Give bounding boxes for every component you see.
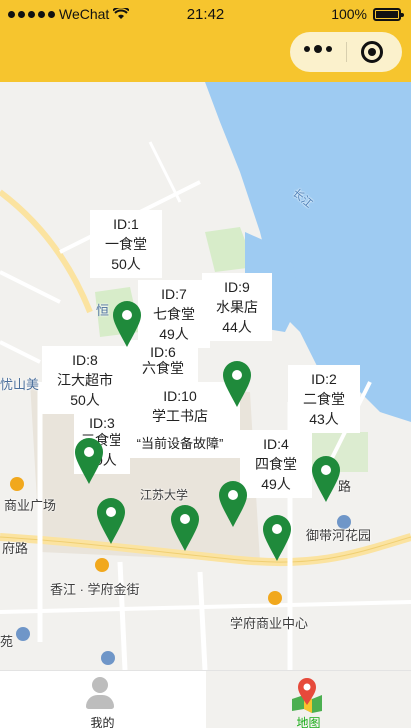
callout-count: 43人 bbox=[309, 411, 339, 427]
map-marker-icon bbox=[292, 678, 322, 713]
map-label-yudai: 御带河花园 bbox=[306, 528, 372, 543]
callout-id7[interactable]: ID:7 七食堂 49人 bbox=[138, 280, 210, 348]
callout-count: 50人 bbox=[70, 392, 100, 408]
callout-count: 49人 bbox=[261, 476, 291, 492]
map-pin-icon[interactable] bbox=[112, 300, 142, 348]
map-label-hengshan: 恒 bbox=[96, 303, 110, 318]
tab-map[interactable]: 地图 bbox=[206, 671, 411, 728]
callout-id: ID:9 bbox=[224, 279, 250, 295]
callout-name: 学工书店 bbox=[152, 408, 208, 424]
map-pin-icon[interactable] bbox=[74, 437, 104, 485]
callout-id1[interactable]: ID:1 一食堂 50人 bbox=[90, 210, 162, 278]
map-pin-icon[interactable] bbox=[170, 504, 200, 552]
map-label-left-area: 忧山美 bbox=[0, 377, 40, 392]
callout-id4[interactable]: ID:4 四食堂 49人 bbox=[240, 430, 312, 498]
campus-map[interactable]: 长江 恒 忧山美 商业广场 府路 江苏大学 香江 · 学府金街 学府商业中心 御… bbox=[0, 82, 411, 670]
callout-name: 七食堂 bbox=[153, 306, 195, 322]
battery-percent: 100% bbox=[331, 6, 367, 22]
map-pin-icon[interactable] bbox=[311, 455, 341, 503]
status-bar: WeChat 21:42 100% bbox=[0, 0, 411, 30]
capsule-divider bbox=[346, 42, 347, 62]
callout-name: 水果店 bbox=[216, 299, 258, 315]
callout-status: “当前设备故障” bbox=[136, 436, 224, 451]
callout-id: ID:1 bbox=[113, 216, 139, 232]
callout-name: 江大超市 bbox=[57, 372, 113, 388]
callout-id: ID:7 bbox=[161, 286, 187, 302]
callout-name: 四食堂 bbox=[255, 456, 297, 472]
battery-icon bbox=[373, 7, 404, 21]
callout-id: ID:4 bbox=[263, 436, 289, 452]
map-label-xiangjiang: 香江 · 学府金街 bbox=[50, 582, 140, 597]
tab-bar: 我的 地图 bbox=[0, 670, 411, 728]
more-dots-icon[interactable] bbox=[304, 45, 332, 53]
target-circle-icon[interactable] bbox=[361, 41, 383, 63]
map-label-university: 江苏大学 bbox=[140, 488, 189, 502]
callout-name: 一食堂 bbox=[105, 236, 147, 252]
battery-group: 100% bbox=[331, 6, 404, 22]
callout-name: 六食堂 bbox=[142, 360, 184, 376]
map-label-xuefu-center: 学府商业中心 bbox=[230, 616, 309, 631]
map-pin-icon[interactable] bbox=[96, 497, 126, 545]
callout-id: ID:2 bbox=[311, 371, 337, 387]
user-icon bbox=[86, 677, 114, 711]
callout-count: 44人 bbox=[222, 319, 252, 335]
tab-mine-label: 我的 bbox=[90, 716, 115, 728]
tab-map-label: 地图 bbox=[296, 716, 321, 728]
top-bar: WeChat 21:42 100% bbox=[0, 0, 411, 82]
callout-name: 二食堂 bbox=[303, 391, 345, 407]
callout-id8[interactable]: ID:8 江大超市 50人 bbox=[42, 346, 128, 414]
map-label-garden: 苑 bbox=[0, 634, 14, 649]
miniprogram-capsule bbox=[290, 32, 402, 72]
callout-id: ID:8 bbox=[72, 352, 98, 368]
map-pin-icon[interactable] bbox=[262, 514, 292, 562]
callout-id2[interactable]: ID:2 二食堂 43人 bbox=[288, 365, 360, 433]
map-label-fulu: 府路 bbox=[2, 541, 29, 556]
callout-id: ID:10 bbox=[163, 388, 197, 404]
map-label-commerce-square: 商业广场 bbox=[4, 498, 57, 513]
tab-mine[interactable]: 我的 bbox=[0, 671, 205, 728]
map-pin-icon[interactable] bbox=[222, 360, 252, 408]
callout-count: 50人 bbox=[111, 256, 141, 272]
map-pin-icon[interactable] bbox=[218, 480, 248, 528]
callout-id9[interactable]: ID:9 水果店 44人 bbox=[202, 273, 272, 341]
